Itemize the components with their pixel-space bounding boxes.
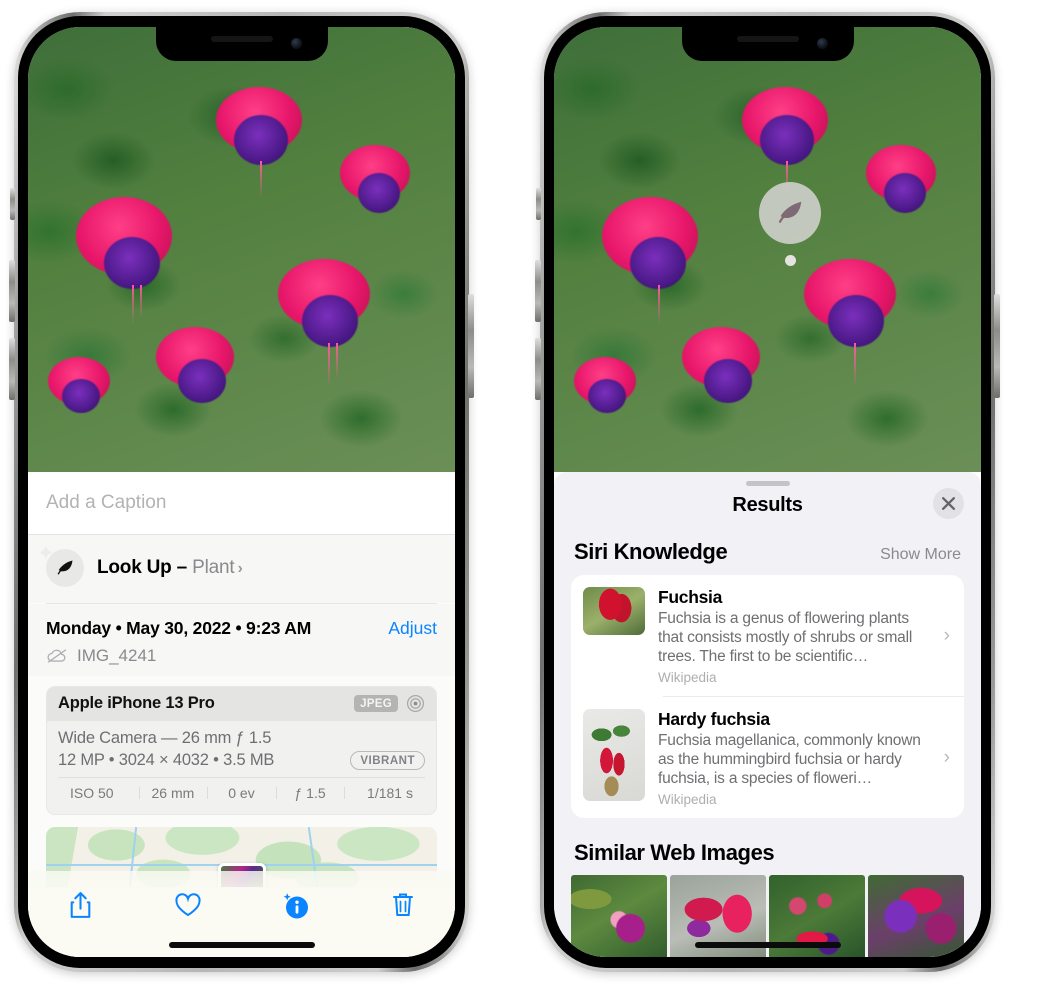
home-indicator[interactable] bbox=[694, 942, 841, 948]
iphone-right: Results Siri Knowledge Show More Fuchsia… bbox=[535, 12, 1000, 972]
volume-up-button[interactable] bbox=[535, 260, 541, 322]
camera-device: Apple iPhone 13 Pro bbox=[58, 694, 215, 712]
badge-anchor-dot bbox=[785, 255, 796, 266]
photo-info-sheet: Add a Caption ✦ Look Up – Plant › Monday… bbox=[28, 472, 455, 957]
photo-viewer-right[interactable] bbox=[554, 27, 981, 472]
share-button[interactable] bbox=[58, 883, 102, 927]
exif-exposure: 0 ev bbox=[207, 785, 276, 801]
favorite-button[interactable] bbox=[166, 883, 210, 927]
power-button[interactable] bbox=[468, 294, 474, 398]
adjust-button[interactable]: Adjust bbox=[388, 618, 437, 639]
leaf-icon-container: ✦ bbox=[37, 543, 84, 587]
card-description: Fuchsia is a genus of flowering plants t… bbox=[658, 610, 913, 665]
front-camera bbox=[290, 38, 302, 49]
exif-header: Apple iPhone 13 Pro JPEG bbox=[47, 687, 436, 721]
capture-date: Monday • May 30, 2022 • 9:23 AM bbox=[46, 618, 312, 638]
power-button[interactable] bbox=[994, 294, 1000, 398]
delete-button[interactable] bbox=[381, 883, 425, 927]
similar-image-4[interactable] bbox=[868, 875, 964, 957]
info-button[interactable] bbox=[273, 883, 317, 927]
iphone-left: Add a Caption ✦ Look Up – Plant › Monday… bbox=[9, 12, 474, 972]
lens-info: Wide Camera — 26 mm ƒ 1.5 bbox=[58, 729, 272, 747]
photo-image-left bbox=[28, 27, 455, 472]
photo-viewer-left[interactable] bbox=[28, 27, 455, 472]
card-source: Wikipedia bbox=[658, 792, 717, 807]
siri-knowledge-header: Siri Knowledge Show More bbox=[554, 517, 981, 575]
caption-placeholder: Add a Caption bbox=[46, 492, 167, 513]
card-source: Wikipedia bbox=[658, 670, 717, 685]
screenshot-root: Add a Caption ✦ Look Up – Plant › Monday… bbox=[0, 0, 1055, 985]
look-up-label: Look Up – Plant › bbox=[97, 557, 243, 579]
card-title: Hardy fuchsia bbox=[658, 709, 770, 729]
volume-up-button[interactable] bbox=[9, 260, 15, 322]
cloud-slash-icon bbox=[47, 649, 67, 663]
chevron-right-icon: › bbox=[237, 560, 243, 577]
section-title: Siri Knowledge bbox=[574, 539, 728, 564]
similar-images-header: Similar Web Images bbox=[554, 818, 981, 875]
aperture-icon bbox=[406, 694, 425, 713]
hardy-fuchsia-thumbnail bbox=[583, 709, 645, 801]
fuchsia-thumbnail bbox=[583, 587, 645, 635]
phone-bezel-left: Add a Caption ✦ Look Up – Plant › Monday… bbox=[18, 16, 465, 968]
look-up-subject: Plant bbox=[192, 557, 235, 578]
earpiece-speaker bbox=[210, 36, 273, 42]
notch bbox=[155, 27, 328, 61]
front-camera bbox=[816, 38, 828, 49]
volume-down-button[interactable] bbox=[9, 338, 15, 400]
card-title: Fuchsia bbox=[658, 587, 723, 607]
close-button[interactable] bbox=[933, 488, 964, 519]
siri-knowledge-cards: Fuchsia Fuchsia is a genus of flowering … bbox=[571, 575, 964, 818]
exif-iso: ISO 50 bbox=[70, 785, 114, 801]
screen-left: Add a Caption ✦ Look Up – Plant › Monday… bbox=[28, 27, 455, 957]
notch bbox=[681, 27, 854, 61]
screen-right: Results Siri Knowledge Show More Fuchsia… bbox=[554, 27, 981, 957]
photographic-style-badge: VIBRANT bbox=[350, 751, 425, 770]
results-sheet: Results Siri Knowledge Show More Fuchsia… bbox=[554, 472, 981, 957]
info-sparkle-icon bbox=[283, 893, 309, 919]
knowledge-card[interactable]: Fuchsia Fuchsia is a genus of flowering … bbox=[571, 575, 964, 696]
trash-icon bbox=[392, 893, 413, 916]
mute-switch[interactable] bbox=[536, 188, 541, 220]
image-size-info: 12 MP • 3024 × 4032 • 3.5 MB bbox=[58, 751, 275, 769]
photo-image-right bbox=[554, 27, 981, 472]
leaf-icon bbox=[57, 560, 73, 575]
file-name: IMG_4241 bbox=[77, 646, 157, 665]
show-more-button[interactable]: Show More bbox=[880, 546, 961, 564]
knowledge-card[interactable]: Hardy fuchsia Fuchsia magellanica, commo… bbox=[571, 697, 964, 818]
exif-card[interactable]: Apple iPhone 13 Pro JPEG Wide Camera — 2… bbox=[46, 686, 437, 815]
exif-aperture: ƒ 1.5 bbox=[275, 785, 345, 801]
exif-body: Wide Camera — 26 mm ƒ 1.5 12 MP • 3024 ×… bbox=[47, 721, 436, 814]
exif-shutter: 1/181 s bbox=[344, 785, 421, 801]
phone-bezel-right: Results Siri Knowledge Show More Fuchsia… bbox=[544, 16, 991, 968]
look-up-row[interactable]: ✦ Look Up – Plant › bbox=[28, 535, 455, 603]
format-badge: JPEG bbox=[354, 695, 398, 712]
share-icon bbox=[70, 891, 90, 918]
volume-down-button[interactable] bbox=[535, 338, 541, 400]
exif-focal: 26 mm bbox=[138, 785, 208, 801]
chevron-right-icon: › bbox=[943, 747, 950, 768]
section-title: Similar Web Images bbox=[574, 840, 775, 865]
card-description: Fuchsia magellanica, commonly known as t… bbox=[658, 732, 921, 787]
results-header: Results bbox=[554, 486, 981, 519]
earpiece-speaker bbox=[736, 36, 799, 42]
heart-icon bbox=[175, 893, 201, 917]
close-icon bbox=[942, 497, 955, 510]
similar-image-1[interactable] bbox=[571, 875, 667, 957]
sheet-title: Results bbox=[732, 494, 803, 516]
home-indicator[interactable] bbox=[168, 942, 315, 948]
chevron-right-icon: › bbox=[943, 625, 950, 646]
exif-stats-row: ISO 50 26 mm 0 ev ƒ 1.5 1/181 s bbox=[58, 777, 425, 807]
caption-field[interactable]: Add a Caption bbox=[28, 472, 455, 534]
look-up-prefix: Look Up – bbox=[97, 557, 193, 578]
sparkle-icon: ✦ bbox=[37, 542, 55, 565]
leaf-icon bbox=[778, 201, 802, 223]
visual-look-up-badge[interactable] bbox=[759, 182, 821, 244]
mute-switch[interactable] bbox=[10, 188, 15, 220]
metadata-block: Monday • May 30, 2022 • 9:23 AM Adjust I… bbox=[28, 604, 455, 676]
